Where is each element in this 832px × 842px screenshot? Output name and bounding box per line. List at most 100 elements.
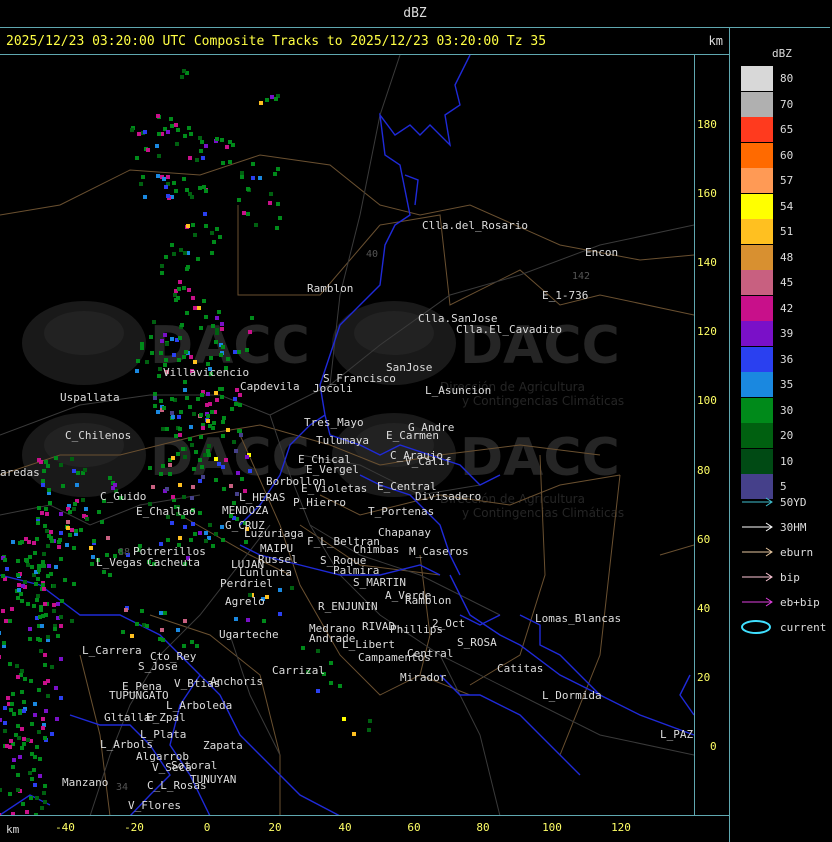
radar-echo-pixel — [16, 573, 20, 577]
legend-label: 35 — [780, 378, 794, 391]
radar-echo-pixel — [190, 443, 194, 447]
radar-echo-pixel — [130, 634, 134, 638]
radar-echo-pixel — [199, 326, 203, 330]
radar-echo-pixel — [140, 342, 144, 346]
radar-echo-pixel — [185, 311, 189, 315]
radar-echo-pixel — [160, 264, 164, 268]
legend-label: 65 — [780, 123, 794, 136]
city-label: Agrelo — [225, 595, 265, 608]
radar-echo-pixel — [38, 774, 42, 778]
radar-echo-pixel — [234, 449, 238, 453]
radar-echo-pixel — [70, 457, 74, 461]
radar-echo-pixel — [28, 555, 32, 559]
radar-echo-pixel — [153, 396, 157, 400]
radar-echo-pixel — [18, 709, 22, 713]
radar-echo-pixel — [203, 212, 207, 216]
radar-echo-pixel — [121, 630, 125, 634]
y-tick: 60 — [697, 533, 711, 546]
radar-map[interactable]: DACC DACC Dirección de Agricultura y Con… — [0, 55, 694, 816]
legend-swatch — [741, 346, 773, 372]
radar-echo-pixel — [225, 145, 229, 149]
radar-echo-pixel — [179, 248, 183, 252]
radar-echo-pixel — [198, 479, 202, 483]
radar-echo-pixel — [276, 202, 280, 206]
radar-echo-pixel — [258, 176, 262, 180]
radar-echo-pixel — [23, 580, 27, 584]
radar-echo-pixel — [166, 194, 170, 198]
radar-echo-pixel — [136, 359, 140, 363]
map-canvas[interactable]: DACC DACC Dirección de Agricultura y Con… — [0, 55, 694, 816]
radar-echo-pixel — [74, 529, 78, 533]
radar-echo-pixel — [219, 353, 223, 357]
radar-echo-pixel — [36, 577, 40, 581]
radar-echo-pixel — [26, 602, 30, 606]
radar-echo-pixel — [38, 615, 42, 619]
radar-echo-pixel — [22, 709, 26, 713]
radar-echo-pixel — [238, 429, 242, 433]
radar-echo-pixel — [145, 360, 149, 364]
radar-echo-pixel — [52, 603, 56, 607]
radar-echo-pixel — [195, 158, 199, 162]
radar-echo-pixel — [172, 181, 176, 185]
radar-echo-pixel — [43, 653, 47, 657]
city-label: Mirador — [400, 671, 447, 684]
radar-echo-pixel — [233, 397, 237, 401]
radar-echo-pixel — [33, 713, 37, 717]
radar-echo-pixel — [191, 485, 195, 489]
radar-echo-pixel — [157, 374, 161, 378]
radar-echo-pixel — [170, 124, 174, 128]
legend-swatch — [741, 168, 773, 193]
radar-echo-pixel — [65, 543, 69, 547]
x-tick: -20 — [124, 821, 144, 834]
track-label: eburn — [780, 546, 814, 559]
legend-label: 42 — [780, 301, 794, 315]
radar-echo-pixel — [183, 134, 187, 138]
radar-echo-pixel — [37, 506, 41, 510]
radar-echo-pixel — [28, 627, 32, 631]
radar-echo-pixel — [2, 641, 6, 645]
radar-echo-pixel — [3, 729, 7, 733]
radar-echo-pixel — [163, 333, 167, 337]
radar-echo-pixel — [198, 531, 202, 535]
radar-echo-pixel — [214, 457, 218, 461]
radar-echo-pixel — [66, 520, 70, 524]
legend-divider — [729, 28, 730, 842]
radar-echo-pixel — [176, 628, 180, 632]
radar-echo-pixel — [187, 288, 191, 292]
legend-label: 39 — [780, 327, 794, 340]
city-label: Capdevila — [240, 380, 300, 393]
radar-echo-pixel — [20, 599, 24, 603]
city-label: Catitas — [497, 662, 543, 675]
city-label: Villavicencio — [163, 366, 249, 379]
radar-echo-pixel — [22, 742, 26, 746]
city-label: V_Flores — [128, 799, 181, 812]
radar-echo-pixel — [58, 538, 62, 542]
radar-echo-pixel — [166, 130, 170, 134]
radar-echo-pixel — [218, 235, 222, 239]
radar-echo-pixel — [248, 469, 252, 473]
radar-echo-pixel — [29, 679, 33, 683]
radar-echo-pixel — [239, 433, 243, 437]
radar-echo-pixel — [196, 257, 200, 261]
x-axis-unit: km — [6, 823, 20, 836]
city-label: Ramblon — [405, 594, 451, 607]
legend-label: 54 — [780, 199, 794, 213]
x-tick: 40 — [338, 821, 352, 834]
radar-echo-pixel — [158, 367, 162, 371]
radar-echo-pixel — [12, 758, 16, 762]
city-label: L_Libert — [342, 638, 395, 651]
radar-echo-pixel — [33, 783, 37, 787]
radar-echo-pixel — [151, 485, 155, 489]
radar-echo-pixel — [156, 114, 160, 118]
x-tick: 60 — [407, 821, 421, 834]
radar-echo-pixel — [193, 233, 197, 237]
header-bar: dBZ — [0, 0, 830, 28]
radar-echo-pixel — [54, 686, 58, 690]
radar-echo-pixel — [237, 350, 241, 354]
radar-echo-pixel — [193, 306, 197, 310]
city-label: Clla.El_Cavadito — [456, 323, 562, 336]
radar-echo-pixel — [188, 437, 192, 441]
city-label: P_Hierro — [293, 496, 346, 509]
radar-echo-pixel — [164, 358, 168, 362]
radar-echo-pixel — [201, 475, 205, 479]
